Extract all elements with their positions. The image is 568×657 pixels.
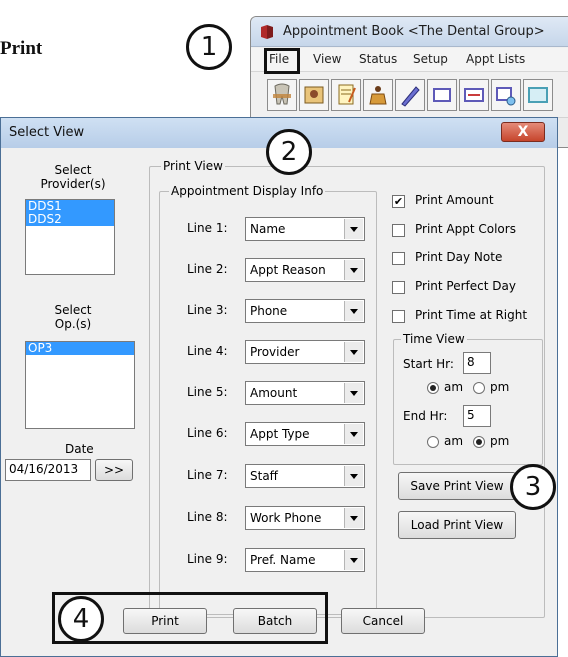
- line-9-select[interactable]: Pref. Name: [245, 548, 365, 572]
- print-view-label: Print View: [161, 159, 225, 173]
- start-am-radio[interactable]: [427, 382, 439, 394]
- print-day-note-label: Print Day Note: [415, 250, 503, 264]
- time-view-label: Time View: [401, 332, 467, 346]
- line-9-value: Pref. Name: [250, 553, 316, 567]
- ops-listbox[interactable]: OP3: [25, 341, 135, 429]
- chevron-down-icon[interactable]: [344, 260, 363, 280]
- chevron-down-icon[interactable]: [344, 550, 363, 570]
- date-label: Date: [65, 442, 94, 456]
- line-8-value: Work Phone: [250, 511, 322, 525]
- start-am-label: am: [444, 380, 464, 394]
- line-1-value: Name: [250, 222, 286, 236]
- save-print-view-button[interactable]: Save Print View: [398, 472, 516, 500]
- menu-appt-lists[interactable]: Appt Lists: [466, 52, 525, 66]
- start-pm-label: pm: [490, 380, 510, 394]
- end-hour-label: End Hr:: [403, 409, 448, 423]
- notes-icon[interactable]: [331, 79, 361, 111]
- chevron-down-icon[interactable]: [344, 424, 363, 444]
- dialog-title: Select View: [9, 125, 85, 140]
- line-5-label: Line 5:: [187, 385, 228, 399]
- line-4-value: Provider: [250, 345, 300, 359]
- line-6-select[interactable]: Appt Type: [245, 422, 365, 446]
- end-pm-radio[interactable]: [473, 436, 485, 448]
- app-titlebar: Appointment Book <The Dental Group>: [251, 17, 568, 47]
- chevron-down-icon[interactable]: [344, 466, 363, 486]
- menu-view[interactable]: View: [313, 52, 341, 66]
- start-hour-label: Start Hr:: [403, 357, 454, 371]
- end-pm-label: pm: [490, 434, 510, 448]
- print-time-at-right-label: Print Time at Right: [415, 308, 528, 322]
- line-4-label: Line 4:: [187, 344, 228, 358]
- callout-1: 1: [186, 24, 232, 70]
- print-appt-colors-label: Print Appt Colors: [415, 222, 516, 236]
- print-time-at-right-checkbox[interactable]: [392, 310, 405, 323]
- chevron-down-icon[interactable]: [344, 301, 363, 321]
- line-3-label: Line 3:: [187, 303, 228, 317]
- chevron-down-icon[interactable]: [344, 383, 363, 403]
- end-am-radio[interactable]: [427, 436, 439, 448]
- line-1-select[interactable]: Name: [245, 217, 365, 241]
- line-7-value: Staff: [250, 469, 278, 483]
- line-1-label: Line 1:: [187, 221, 228, 235]
- line-5-value: Amount: [250, 386, 298, 400]
- end-hour-input[interactable]: 5: [463, 405, 491, 427]
- print-amount-label: Print Amount: [415, 193, 494, 207]
- line-8-label: Line 8:: [187, 510, 228, 524]
- photo-icon[interactable]: [299, 79, 329, 111]
- rectangle-icon[interactable]: [427, 79, 457, 111]
- schedule-icon[interactable]: [491, 79, 521, 111]
- line-2-value: Appt Reason: [250, 263, 326, 277]
- provider-item[interactable]: DDS2: [26, 213, 114, 226]
- app-title: Appointment Book <The Dental Group>: [283, 24, 545, 39]
- card-icon[interactable]: [459, 79, 489, 111]
- op-item[interactable]: OP3: [26, 342, 134, 355]
- close-button[interactable]: X: [501, 122, 545, 142]
- panel-icon[interactable]: [523, 79, 553, 111]
- chevron-down-icon[interactable]: [344, 508, 363, 528]
- pen-icon[interactable]: [395, 79, 425, 111]
- menu-setup[interactable]: Setup: [413, 52, 448, 66]
- print-amount-checkbox[interactable]: ✔: [392, 195, 405, 208]
- callout-4: 4: [58, 596, 104, 642]
- page-heading-fragment: Print: [0, 38, 43, 59]
- file-menu-highlight: [264, 48, 300, 74]
- select-providers-label: Select Provider(s): [40, 163, 106, 191]
- tooth-icon[interactable]: [267, 79, 297, 111]
- date-input[interactable]: 04/16/2013: [5, 459, 91, 481]
- line-5-select[interactable]: Amount: [245, 381, 365, 405]
- line-6-value: Appt Type: [250, 427, 310, 441]
- select-view-dialog: Select View X Select Provider(s) DDS1 DD…: [0, 117, 558, 657]
- line-3-value: Phone: [250, 304, 288, 318]
- print-perfect-day-label: Print Perfect Day: [415, 279, 516, 293]
- line-6-label: Line 6:: [187, 426, 228, 440]
- load-print-view-button[interactable]: Load Print View: [398, 511, 516, 539]
- providers-listbox[interactable]: DDS1 DDS2: [25, 199, 115, 275]
- date-next-button[interactable]: >>: [95, 459, 133, 481]
- print-day-note-checkbox[interactable]: [392, 252, 405, 265]
- line-2-label: Line 2:: [187, 262, 228, 276]
- menu-status[interactable]: Status: [359, 52, 397, 66]
- line-9-label: Line 9:: [187, 552, 228, 566]
- callout-2: 2: [266, 129, 312, 175]
- cancel-button[interactable]: Cancel: [341, 608, 425, 634]
- end-am-label: am: [444, 434, 464, 448]
- line-8-select[interactable]: Work Phone: [245, 506, 365, 530]
- line-4-select[interactable]: Provider: [245, 340, 365, 364]
- app-toolbar: [267, 77, 568, 115]
- line-3-select[interactable]: Phone: [245, 299, 365, 323]
- app-logo-icon: [261, 25, 273, 39]
- select-ops-label: Select Op.(s): [54, 303, 92, 331]
- line-7-select[interactable]: Staff: [245, 464, 365, 488]
- start-pm-radio[interactable]: [473, 382, 485, 394]
- chevron-down-icon[interactable]: [344, 219, 363, 239]
- print-perfect-day-checkbox[interactable]: [392, 281, 405, 294]
- line-2-select[interactable]: Appt Reason: [245, 258, 365, 282]
- chair-icon[interactable]: [363, 79, 393, 111]
- print-appt-colors-checkbox[interactable]: [392, 224, 405, 237]
- appointment-display-label: Appointment Display Info: [169, 184, 326, 198]
- line-7-label: Line 7:: [187, 468, 228, 482]
- start-hour-input[interactable]: 8: [463, 352, 491, 374]
- callout-3: 3: [510, 464, 556, 510]
- chevron-down-icon[interactable]: [344, 342, 363, 362]
